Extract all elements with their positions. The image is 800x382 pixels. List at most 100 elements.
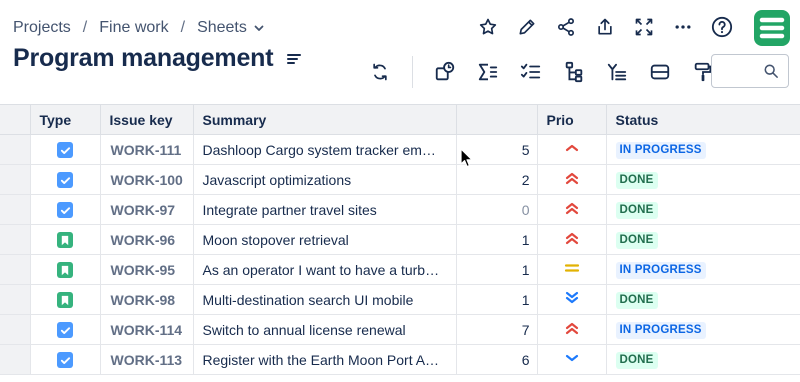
issue-key-cell[interactable]: WORK-111: [99, 134, 194, 165]
type-cell[interactable]: [29, 194, 101, 225]
sheet-grid: Type Issue key Summary Prio Status WORK-…: [0, 104, 800, 382]
summary-cell[interactable]: Switch to annual license renewal: [192, 314, 457, 345]
prio-cell[interactable]: [536, 134, 607, 165]
table-row[interactable]: WORK-113 Register with the Earth Moon Por…: [0, 344, 800, 375]
row-gutter-header[interactable]: [0, 104, 31, 135]
refresh-icon[interactable]: [368, 58, 392, 86]
row-gutter[interactable]: [0, 314, 31, 345]
summary-cell[interactable]: Javascript optimizations: [192, 164, 457, 195]
type-cell[interactable]: [29, 254, 101, 285]
search-icon[interactable]: [764, 64, 778, 83]
header-row: Type Issue key Summary Prio Status: [0, 104, 800, 135]
prio-cell[interactable]: [536, 314, 607, 345]
issue-key-cell[interactable]: WORK-95: [99, 254, 194, 285]
column-header-type[interactable]: Type: [29, 104, 101, 135]
prio-cell[interactable]: [536, 224, 607, 255]
issue-key-cell[interactable]: WORK-96: [99, 224, 194, 255]
type-cell[interactable]: [29, 224, 101, 255]
estimate-cell[interactable]: 1: [455, 284, 538, 315]
table-row[interactable]: WORK-114 Switch to annual license renewal…: [0, 314, 800, 345]
priority-high-icon: [564, 232, 580, 248]
breadcrumb-separator: /: [82, 19, 88, 36]
breadcrumb-projects[interactable]: Projects: [13, 19, 71, 37]
column-header-status[interactable]: Status: [605, 104, 800, 135]
summary-cell[interactable]: Register with the Earth Moon Port A…: [192, 344, 457, 375]
row-gutter[interactable]: [0, 344, 31, 375]
help-icon[interactable]: [710, 13, 734, 41]
prio-cell[interactable]: [536, 344, 607, 375]
table-row[interactable]: WORK-97 Integrate partner travel sites 0 DO…: [0, 194, 800, 225]
row-gutter[interactable]: [0, 194, 31, 225]
filter-list-icon[interactable]: [605, 58, 629, 86]
issue-key-cell[interactable]: WORK-97: [99, 194, 194, 225]
row-gutter[interactable]: [0, 134, 31, 165]
prio-cell[interactable]: [536, 284, 607, 315]
issue-key-cell[interactable]: WORK-114: [99, 314, 194, 345]
table-row[interactable]: WORK-100 Javascript optimizations 2 DONE: [0, 164, 800, 195]
table-row[interactable]: WORK-111 Dashloop Cargo system tracker em…: [0, 134, 800, 165]
column-header-prio[interactable]: Prio: [536, 104, 607, 135]
export-icon[interactable]: [593, 13, 617, 41]
estimate-cell[interactable]: 2: [455, 164, 538, 195]
prio-cell[interactable]: [536, 194, 607, 225]
hierarchy-icon[interactable]: [562, 58, 586, 86]
search-input[interactable]: [718, 55, 764, 85]
view-icon[interactable]: [433, 58, 457, 86]
more-icon[interactable]: [671, 13, 695, 41]
summary-cell[interactable]: Moon stopover retrieval: [192, 224, 457, 255]
chevron-down-icon[interactable]: [253, 22, 265, 34]
column-header-summary[interactable]: Summary: [192, 104, 457, 135]
row-gutter[interactable]: [0, 224, 31, 255]
status-cell[interactable]: DONE: [605, 284, 800, 315]
status-cell[interactable]: DONE: [605, 224, 800, 255]
table-row[interactable]: WORK-95 As an operator I want to have a t…: [0, 254, 800, 285]
status-cell[interactable]: IN PROGRESS: [605, 134, 800, 165]
mouse-cursor-icon: [460, 148, 473, 168]
prio-cell[interactable]: [536, 254, 607, 285]
menu-lines-icon[interactable]: [287, 53, 302, 65]
type-cell[interactable]: [29, 284, 101, 315]
type-cell[interactable]: [29, 134, 101, 165]
row-gutter[interactable]: [0, 284, 31, 315]
breadcrumb-fine-work[interactable]: Fine work: [99, 19, 168, 37]
table-row[interactable]: WORK-96 Moon stopover retrieval 1 DONE: [0, 224, 800, 255]
app-logo[interactable]: [754, 10, 790, 46]
column-header-estimate[interactable]: [455, 104, 538, 135]
type-cell[interactable]: [29, 314, 101, 345]
share-icon[interactable]: [554, 13, 578, 41]
summary-cell[interactable]: Dashloop Cargo system tracker em…: [192, 134, 457, 165]
pencil-icon[interactable]: [515, 13, 539, 41]
table-row[interactable]: WORK-98 Multi-destination search UI mobil…: [0, 284, 800, 315]
status-cell[interactable]: IN PROGRESS: [605, 314, 800, 345]
type-cell[interactable]: [29, 164, 101, 195]
status-cell[interactable]: DONE: [605, 194, 800, 225]
summary-cell[interactable]: As an operator I want to have a turb…: [192, 254, 457, 285]
breadcrumb-sheets[interactable]: Sheets: [197, 19, 247, 37]
status-cell[interactable]: DONE: [605, 164, 800, 195]
prio-cell[interactable]: [536, 164, 607, 195]
estimate-cell[interactable]: 6: [455, 344, 538, 375]
issue-key-cell[interactable]: WORK-98: [99, 284, 194, 315]
estimate-cell[interactable]: 1: [455, 224, 538, 255]
column-header-issue-key[interactable]: Issue key: [99, 104, 194, 135]
card-icon[interactable]: [648, 58, 672, 86]
estimate-cell[interactable]: 0: [455, 194, 538, 225]
priority-lowest-icon: [564, 291, 580, 308]
fullscreen-icon[interactable]: [632, 13, 656, 41]
star-icon[interactable]: [476, 13, 500, 41]
status-badge: DONE: [615, 232, 658, 249]
issue-key-cell[interactable]: WORK-113: [99, 344, 194, 375]
status-cell[interactable]: DONE: [605, 344, 800, 375]
sum-icon[interactable]: [476, 58, 500, 86]
priority-medium-high-icon: [564, 142, 580, 158]
summary-cell[interactable]: Integrate partner travel sites: [192, 194, 457, 225]
type-cell[interactable]: [29, 344, 101, 375]
status-cell[interactable]: IN PROGRESS: [605, 254, 800, 285]
estimate-cell[interactable]: 7: [455, 314, 538, 345]
issue-key-cell[interactable]: WORK-100: [99, 164, 194, 195]
summary-cell[interactable]: Multi-destination search UI mobile: [192, 284, 457, 315]
row-gutter[interactable]: [0, 254, 31, 285]
row-gutter[interactable]: [0, 164, 31, 195]
estimate-cell[interactable]: 1: [455, 254, 538, 285]
checklist-icon[interactable]: [519, 58, 543, 86]
